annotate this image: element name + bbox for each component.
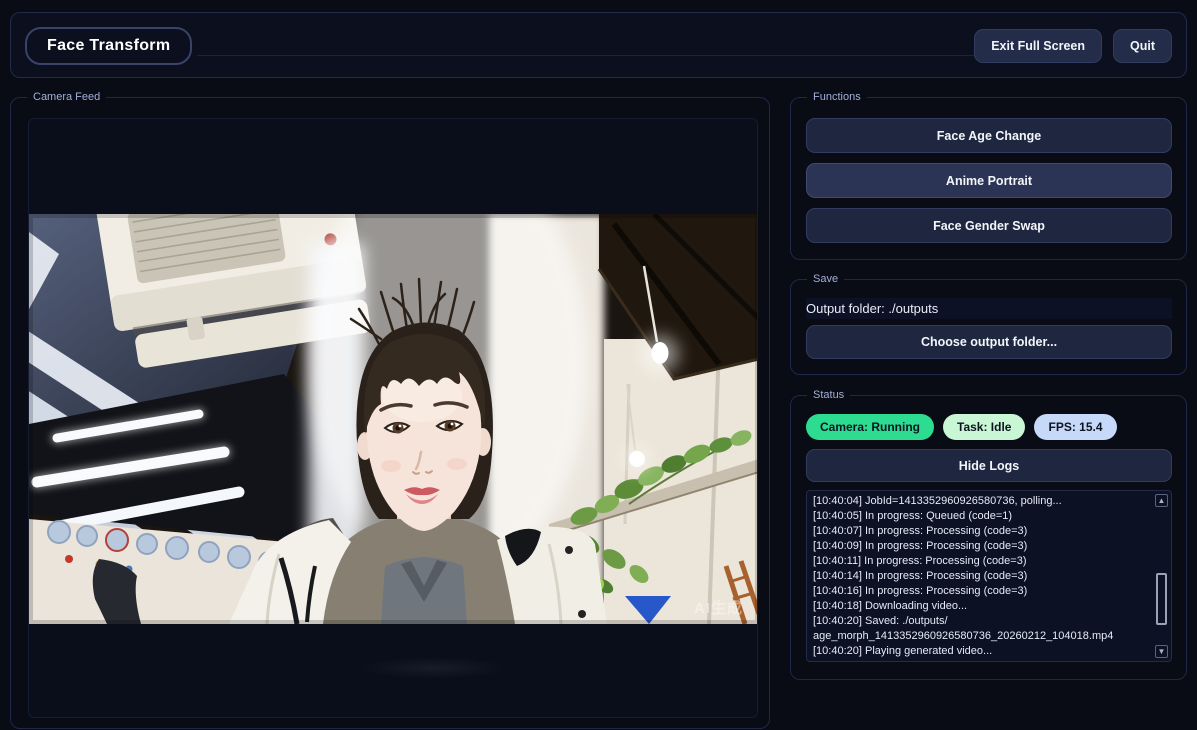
scroll-down-icon[interactable]: ▼ <box>1155 645 1168 658</box>
log-line: [10:40:14] In progress: Processing (code… <box>813 569 1151 584</box>
log-output[interactable]: [10:40:04] JobId=1413352960926580736, po… <box>806 490 1172 662</box>
log-line: [10:40:11] In progress: Processing (code… <box>813 554 1151 569</box>
scroll-up-icon[interactable]: ▲ <box>1155 494 1168 507</box>
save-legend: Save <box>807 272 844 287</box>
camera-canvas: AI生成 <box>28 118 758 718</box>
fps-badge: FPS: 15.4 <box>1034 414 1116 440</box>
header: Face Transform Exit Full Screen Quit <box>10 12 1187 78</box>
log-line: [10:40:18] Downloading video... <box>813 599 1151 614</box>
log-line: [10:40:04] JobId=1413352960926580736, po… <box>813 494 1151 509</box>
ai-watermark: AI生成 <box>694 597 743 618</box>
hide-logs-button[interactable]: Hide Logs <box>806 449 1172 482</box>
task-status-badge: Task: Idle <box>943 414 1025 440</box>
app-title: Face Transform <box>25 27 192 65</box>
camera-video-frame <box>29 214 758 624</box>
save-panel: Save Output folder: ./outputs Choose out… <box>790 279 1187 375</box>
camera-feed-legend: Camera Feed <box>27 90 106 105</box>
status-panel: Status Camera: Running Task: Idle FPS: 1… <box>790 395 1187 680</box>
status-legend: Status <box>807 388 850 403</box>
choose-output-folder-button[interactable]: Choose output folder... <box>806 325 1172 359</box>
face-gender-swap-button[interactable]: Face Gender Swap <box>806 208 1172 243</box>
camera-feed-panel: Camera Feed <box>10 97 770 729</box>
app-title-text: Face Transform <box>47 37 170 55</box>
log-line: [10:40:16] In progress: Processing (code… <box>813 584 1151 599</box>
functions-panel: Functions Face Age Change Anime Portrait… <box>790 97 1187 260</box>
status-badges: Camera: Running Task: Idle FPS: 15.4 <box>806 414 1117 440</box>
header-buttons: Exit Full Screen Quit <box>974 29 1172 63</box>
functions-legend: Functions <box>807 90 867 105</box>
log-line: [10:40:05] In progress: Queued (code=1) <box>813 509 1151 524</box>
anime-portrait-button[interactable]: Anime Portrait <box>806 163 1172 198</box>
header-divider <box>197 55 989 56</box>
exit-fullscreen-button[interactable]: Exit Full Screen <box>974 29 1102 63</box>
camera-video: AI生成 <box>29 214 758 624</box>
log-line: age_morph_1413352960926580736_20260212_1… <box>813 629 1151 644</box>
log-line: [10:40:07] In progress: Processing (code… <box>813 524 1151 539</box>
camera-status-badge: Camera: Running <box>806 414 934 440</box>
face-age-change-button[interactable]: Face Age Change <box>806 118 1172 153</box>
log-line: [10:40:20] Playing generated video... <box>813 644 1151 659</box>
log-line: [10:40:09] In progress: Processing (code… <box>813 539 1151 554</box>
letterbox-smudge <box>359 657 509 679</box>
log-line: [10:40:20] Saved: ./outputs/ <box>813 614 1151 629</box>
scrollbar-thumb[interactable] <box>1156 573 1167 625</box>
app-window: Face Transform Exit Full Screen Quit Cam… <box>0 0 1197 730</box>
output-folder-label: Output folder: ./outputs <box>806 298 1172 319</box>
quit-button[interactable]: Quit <box>1113 29 1172 63</box>
